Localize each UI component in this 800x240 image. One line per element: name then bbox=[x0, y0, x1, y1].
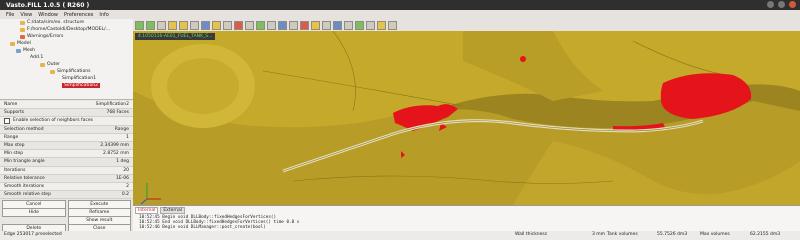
folder-icon bbox=[20, 20, 25, 25]
prop-row: Selection method Range bbox=[0, 126, 133, 134]
model-tree: C:/data/sim/ex. structure F:/home/Castol… bbox=[0, 19, 133, 100]
tool-icon[interactable] bbox=[333, 20, 342, 30]
tool-icon[interactable] bbox=[201, 20, 210, 30]
log-line: 10:52:46 Begin void DLLManager::post_cre… bbox=[139, 225, 266, 230]
menu-file[interactable]: File bbox=[6, 12, 14, 18]
menu-preferences[interactable]: Preferences bbox=[64, 12, 93, 18]
warning-icon bbox=[20, 34, 25, 39]
menu-view[interactable]: View bbox=[20, 12, 32, 18]
tank-volume-label: Tank volumes bbox=[607, 232, 638, 237]
tree-item[interactable]: Outer bbox=[40, 61, 60, 68]
prop-row: Smooth relative step 0.2 bbox=[0, 191, 133, 200]
tree-item[interactable]: Add.1 bbox=[30, 54, 43, 61]
prop-row: Min triangle angle 1 deg bbox=[0, 158, 133, 167]
maximize-icon[interactable] bbox=[778, 1, 785, 8]
tool-icon[interactable] bbox=[190, 20, 199, 30]
selection-method-select[interactable]: Range bbox=[115, 127, 129, 132]
folder-icon bbox=[40, 62, 45, 67]
tree-item[interactable]: Mesh bbox=[16, 47, 35, 54]
tool-icon[interactable] bbox=[245, 20, 254, 30]
max-volume-label: Max volumes bbox=[700, 232, 730, 237]
window-title: Vasto.FILL 1.0.5 ( R260 ) bbox=[6, 1, 90, 9]
close-icon[interactable] bbox=[789, 1, 796, 8]
tree-item[interactable]: C:/data/sim/ex. structure bbox=[20, 19, 84, 26]
tree-item[interactable]: F:/home/Castoldi/Desktop/MODEL/... bbox=[20, 26, 110, 33]
tool-icon[interactable] bbox=[355, 20, 364, 30]
tool-icon[interactable] bbox=[300, 20, 309, 30]
properties-panel: Name Simplification2 Supports 768 Faces En… bbox=[0, 101, 133, 200]
prop-row: Enable selection of neighbors faces bbox=[0, 117, 133, 126]
log-panel: Internal External 10:52:45 Begin void DL… bbox=[133, 205, 800, 232]
tool-icon[interactable] bbox=[179, 20, 188, 30]
tab-internal[interactable]: Internal bbox=[135, 207, 159, 214]
prop-row: Max step 2.34399 mm bbox=[0, 142, 133, 151]
tool-icon[interactable] bbox=[223, 20, 232, 30]
check-icon[interactable] bbox=[256, 20, 265, 30]
mesh-icon bbox=[16, 48, 21, 53]
menu-window[interactable]: Window bbox=[38, 12, 58, 18]
model-render[interactable] bbox=[133, 31, 800, 205]
prop-row: Iterations 20 bbox=[0, 166, 133, 175]
prop-row: Smooth iterations 2 bbox=[0, 182, 133, 192]
tool-icon[interactable] bbox=[322, 20, 331, 30]
3d-viewport[interactable]: 4.1050116-AE01_FUEL_TANK_S... bbox=[133, 31, 800, 205]
tool-icon[interactable] bbox=[267, 20, 276, 30]
prop-row: Name Simplification2 bbox=[0, 101, 133, 110]
prop-row: Relative tolerance 1E-06 bbox=[0, 175, 133, 183]
tool-icon[interactable] bbox=[234, 20, 243, 30]
tool-icon[interactable] bbox=[289, 20, 298, 30]
tool-icon[interactable] bbox=[278, 20, 287, 30]
tree-item[interactable]: Warnings/Errors bbox=[20, 33, 63, 40]
left-panel: C:/data/sim/ex. structure F:/home/Castol… bbox=[0, 19, 133, 233]
wall-thickness-label: Wall thickness bbox=[515, 232, 548, 237]
model-tab[interactable]: 4.1050116-AE01_FUEL_TANK_S... bbox=[135, 33, 216, 40]
prop-row: Supports 768 Faces bbox=[0, 109, 133, 118]
menu-info[interactable]: Info bbox=[99, 12, 108, 18]
folder-icon bbox=[20, 27, 25, 32]
status-bar: Edge 253017 preselected Wall thickness 3… bbox=[0, 231, 800, 240]
title-bar: Vasto.FILL 1.0.5 ( R260 ) bbox=[0, 0, 800, 10]
prop-row: Min step 2.8752 mm bbox=[0, 150, 133, 159]
toolbar bbox=[133, 19, 800, 31]
tool-icon[interactable] bbox=[366, 20, 375, 30]
menu-bar: File View Window Preferences Info bbox=[0, 10, 800, 19]
folder-icon bbox=[10, 41, 15, 46]
status-text: Edge 253017 preselected bbox=[4, 232, 62, 237]
tree-item-selected[interactable]: Simplification2 bbox=[62, 82, 101, 89]
tool-icon[interactable] bbox=[344, 20, 353, 30]
minimize-icon[interactable] bbox=[767, 1, 774, 8]
tool-icon[interactable] bbox=[388, 20, 397, 30]
tree-item[interactable]: Simplification1 bbox=[62, 75, 96, 82]
tool-icon[interactable] bbox=[135, 20, 144, 30]
tool-icon[interactable] bbox=[146, 20, 155, 30]
window-controls bbox=[767, 1, 796, 8]
folder-icon bbox=[50, 69, 55, 74]
enable-neighbors-checkbox[interactable] bbox=[4, 117, 10, 124]
wall-thickness-value: 3 mm bbox=[592, 232, 606, 237]
log-tabs: Internal External bbox=[133, 206, 800, 215]
tree-item[interactable]: Simplifications bbox=[50, 68, 91, 75]
tab-external[interactable]: External bbox=[160, 207, 186, 214]
max-volume-value: 62.2155 dm3 bbox=[750, 232, 781, 237]
tool-icon[interactable] bbox=[212, 20, 221, 30]
tank-volume-value: 55.7526 dm3 bbox=[657, 232, 688, 237]
prop-row: Range 1 bbox=[0, 133, 133, 142]
tool-icon[interactable] bbox=[377, 20, 386, 30]
tool-icon[interactable] bbox=[157, 20, 166, 30]
tool-icon[interactable] bbox=[311, 20, 320, 30]
tool-icon[interactable] bbox=[168, 20, 177, 30]
tree-item[interactable]: Model bbox=[10, 40, 31, 47]
